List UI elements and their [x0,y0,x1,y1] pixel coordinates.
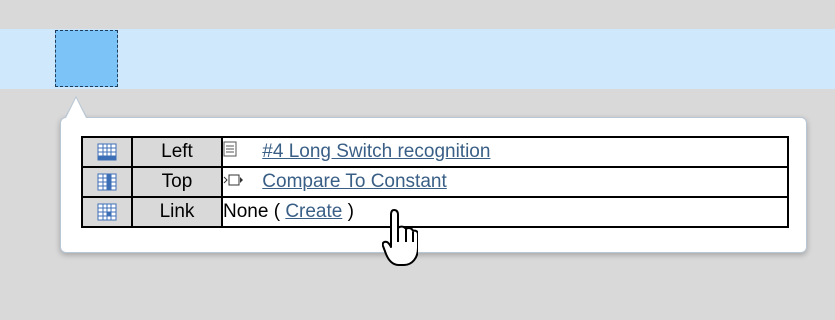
document-icon [223,141,257,163]
top-grid-icon [81,166,133,198]
popup-pointer-fill [66,98,86,118]
hand-pointer-icon [382,209,418,266]
link-grid-icon [81,196,133,228]
table-row-top: Top Compare To Constant [81,166,789,198]
row-label-left: Left [131,136,223,168]
block-icon [223,171,257,193]
create-link[interactable]: Create [285,201,342,222]
left-link[interactable]: #4 Long Switch recognition [262,141,490,162]
row-label-top: Top [131,166,223,198]
relationship-table: Left #4 Long Switch recognition Top Comp… [81,136,789,228]
row-value-top: Compare To Constant [221,166,789,198]
table-row-link: Link None ( Create ) [81,196,789,228]
row-value-link: None ( Create ) [221,196,789,228]
highlighted-row-band [0,29,835,89]
table-row-left: Left #4 Long Switch recognition [81,136,789,168]
row-label-link: Link [131,196,223,228]
none-prefix: None ( [223,201,286,222]
top-link[interactable]: Compare To Constant [262,171,446,192]
selected-cell[interactable] [55,30,118,87]
paren-suffix: ) [342,201,354,222]
row-value-left: #4 Long Switch recognition [221,136,789,168]
left-grid-icon [81,136,133,168]
